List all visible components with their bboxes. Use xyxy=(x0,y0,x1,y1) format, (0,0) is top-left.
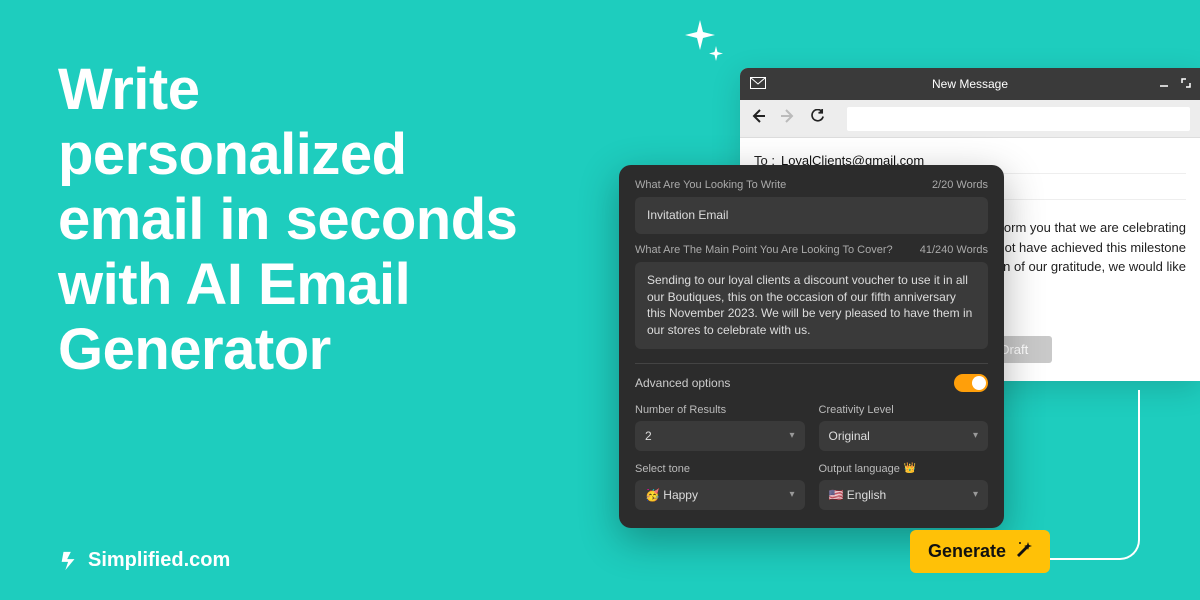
reload-icon[interactable] xyxy=(810,109,825,129)
creativity-label: Creativity Level xyxy=(819,404,989,416)
brand-icon xyxy=(58,550,80,572)
email-navbar xyxy=(740,100,1200,138)
chevron-down-icon: ▾ xyxy=(973,430,978,441)
ai-field1-counter: 2/20 Words xyxy=(932,179,988,191)
lang-value: 🇺🇸 English xyxy=(829,488,887,502)
tone-value: 🥳 Happy xyxy=(645,488,698,502)
brand-text: Simplified.com xyxy=(88,549,230,572)
ai-field2-labelrow: What Are The Main Point You Are Looking … xyxy=(635,244,988,256)
generate-button[interactable]: Generate xyxy=(910,530,1050,573)
email-titlebar: New Message xyxy=(740,68,1200,100)
ai-field1-label: What Are You Looking To Write xyxy=(635,179,786,191)
ai-field2-counter: 41/240 Words xyxy=(920,244,988,256)
expand-icon[interactable] xyxy=(1180,77,1192,92)
minimize-icon[interactable] xyxy=(1158,77,1170,92)
num-results-field: Number of Results 2 ▾ xyxy=(635,404,805,451)
chevron-down-icon: ▾ xyxy=(789,430,794,441)
ai-field1-labelrow: What Are You Looking To Write 2/20 Words xyxy=(635,179,988,191)
creativity-field: Creativity Level Original ▾ xyxy=(819,404,989,451)
lang-field: Output language 👑 🇺🇸 English ▾ xyxy=(819,463,989,510)
creativity-value: Original xyxy=(829,429,870,443)
chevron-down-icon: ▾ xyxy=(789,489,794,500)
sparkle-icon xyxy=(680,16,728,69)
lang-label: Output language 👑 xyxy=(819,463,989,475)
tone-select[interactable]: 🥳 Happy ▾ xyxy=(635,480,805,510)
crown-icon: 👑 xyxy=(904,463,916,474)
ai-field2-input[interactable]: Sending to our loyal clients a discount … xyxy=(635,262,988,349)
ai-options-grid: Number of Results 2 ▾ Creativity Level O… xyxy=(635,404,988,510)
headline: Write personalized email in seconds with… xyxy=(58,58,538,383)
num-results-select[interactable]: 2 ▾ xyxy=(635,421,805,451)
ai-panel: What Are You Looking To Write 2/20 Words… xyxy=(619,165,1004,528)
address-bar[interactable] xyxy=(847,107,1190,131)
forward-icon[interactable] xyxy=(780,108,796,129)
lang-select[interactable]: 🇺🇸 English ▾ xyxy=(819,480,989,510)
num-results-value: 2 xyxy=(645,429,652,443)
advanced-options-label: Advanced options xyxy=(635,376,730,390)
chevron-down-icon: ▾ xyxy=(973,489,978,500)
wand-icon xyxy=(1014,540,1032,563)
generate-label: Generate xyxy=(928,541,1006,562)
tone-field: Select tone 🥳 Happy ▾ xyxy=(635,463,805,510)
advanced-options-row: Advanced options xyxy=(635,363,988,392)
email-title: New Message xyxy=(740,77,1200,91)
ai-field2-label: What Are The Main Point You Are Looking … xyxy=(635,244,893,256)
advanced-toggle[interactable] xyxy=(954,374,988,392)
creativity-select[interactable]: Original ▾ xyxy=(819,421,989,451)
num-results-label: Number of Results xyxy=(635,404,805,416)
back-icon[interactable] xyxy=(750,108,766,129)
ai-field1-input[interactable]: Invitation Email xyxy=(635,197,988,234)
tone-label: Select tone xyxy=(635,463,805,475)
brand-logo: Simplified.com xyxy=(58,549,230,572)
